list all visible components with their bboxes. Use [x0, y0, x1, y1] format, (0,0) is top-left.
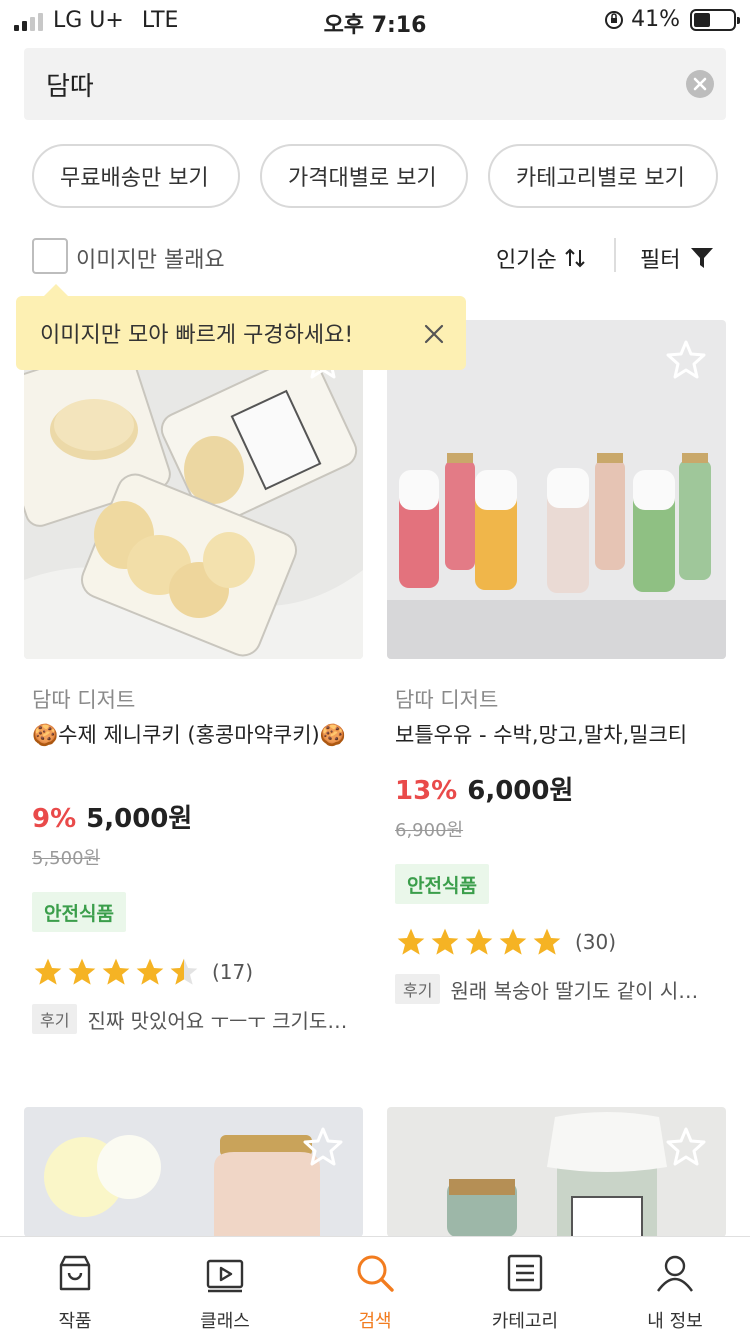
tab-works[interactable]: 작품 — [0, 1237, 150, 1334]
product-name[interactable]: 보틀우유 - 수박,망고,말차,밀크티 — [395, 720, 725, 751]
product-image-green-milk[interactable] — [387, 1107, 726, 1237]
search-icon — [357, 1255, 394, 1292]
star-icon — [397, 928, 425, 955]
play-icon — [206, 1259, 244, 1293]
tab-label: 클래스 — [200, 1311, 250, 1332]
product-card[interactable]: 담따 디저트 보틀우유 - 수박,망고,말차,밀크티 13% 6,000원 6,… — [387, 320, 726, 1040]
seller-name[interactable]: 담따 디저트 — [32, 684, 135, 714]
orientation-lock-icon — [605, 10, 624, 29]
discount-rate: 13% — [395, 776, 458, 806]
clear-search-button[interactable] — [686, 70, 714, 98]
free-shipping-chip[interactable]: 무료배송만 보기 — [32, 144, 240, 208]
product-name[interactable]: 🍪수제 제니쿠키 (홍콩마약쿠키)🍪 — [32, 720, 362, 751]
rating-stars: (30) — [395, 926, 616, 958]
product-image-cookies[interactable] — [24, 320, 363, 659]
review-snippet[interactable]: 후기 원래 복숭아 딸기도 같이 시켰는데 너무 맛있어요 — [395, 974, 725, 1004]
original-price: 5,500원 — [32, 848, 101, 869]
star-icon — [465, 928, 493, 955]
star-icon — [431, 928, 459, 955]
review-tag: 후기 — [32, 1004, 78, 1034]
options-row: 이미지만 볼래요 인기순 필터 — [32, 238, 718, 276]
list-icon — [507, 1254, 543, 1292]
review-snippet[interactable]: 후기 진짜 맛있어요 ㅜㅡㅜ 크기도 크고 너무 맛있어요 — [32, 1004, 362, 1034]
product-image-milk-bottles[interactable] — [387, 320, 726, 659]
tab-my-info[interactable]: 내 정보 — [600, 1237, 750, 1334]
star-icon — [136, 958, 164, 985]
safe-food-badge: 안전식품 — [395, 864, 489, 904]
filter-label: 필터 — [640, 248, 681, 273]
battery-percent: 41% — [631, 7, 680, 32]
filter-chips: 무료배송만 보기 가격대별로 보기 카테고리별로 보기 — [32, 144, 718, 208]
tab-label: 작품 — [58, 1311, 92, 1332]
sale-price: 5,000원 — [86, 804, 193, 834]
tab-class[interactable]: 클래스 — [150, 1237, 300, 1334]
star-outline-icon[interactable] — [664, 338, 708, 382]
star-outline-icon[interactable] — [301, 1125, 345, 1169]
product-card[interactable]: 담따 디저트 🍪수제 제니쿠키 (홍콩마약쿠키)🍪 9% 5,000원 5,50… — [24, 320, 363, 1040]
tab-label: 검색 — [358, 1311, 392, 1332]
sort-button[interactable]: 인기순 — [496, 242, 587, 274]
rating-stars: (17) — [32, 956, 253, 988]
product-image-bottle-milk[interactable] — [24, 1107, 363, 1237]
category-chip[interactable]: 카테고리별로 보기 — [488, 144, 718, 208]
only-images-label[interactable]: 이미지만 볼래요 — [76, 242, 225, 274]
funnel-icon — [691, 248, 714, 268]
tab-label: 카테고리 — [491, 1311, 559, 1332]
filter-button[interactable]: 필터 — [640, 242, 714, 274]
battery-icon — [690, 8, 740, 31]
search-bar — [24, 48, 726, 120]
status-bar: LG U+ LTE 오후 7:16 41% — [0, 0, 750, 42]
review-text: 원래 복숭아 딸기도 같이 시켰는데 너무 맛있어요 — [450, 978, 710, 1003]
price-range-chip[interactable]: 가격대별로 보기 — [260, 144, 468, 208]
star-icon — [68, 958, 96, 985]
tab-label: 내 정보 — [647, 1311, 703, 1332]
star-icon — [533, 928, 561, 955]
discount-rate: 9% — [32, 804, 77, 834]
bottom-tab-bar: 작품 클래스 검색 카테고리 내 정보 — [0, 1236, 750, 1334]
safe-food-badge: 안전식품 — [32, 892, 126, 932]
only-images-tooltip: 이미지만 모아 빠르게 구경하세요! — [16, 284, 466, 370]
tab-search[interactable]: 검색 — [300, 1237, 450, 1334]
sale-price: 6,000원 — [467, 776, 574, 806]
review-text: 진짜 맛있어요 ㅜㅡㅜ 크기도 크고 너무 맛있어요 — [87, 1008, 347, 1033]
rating-count: (17) — [212, 960, 254, 984]
rating-count: (30) — [575, 930, 617, 954]
review-tag: 후기 — [395, 974, 441, 1004]
close-icon — [693, 77, 707, 91]
shop-icon — [59, 1255, 91, 1291]
tooltip-text: 이미지만 모아 빠르게 구경하세요! — [40, 323, 354, 348]
close-icon[interactable] — [422, 322, 446, 346]
divider — [614, 238, 616, 272]
star-outline-icon[interactable] — [664, 1125, 708, 1169]
person-icon — [657, 1255, 693, 1292]
half-star-icon — [170, 958, 198, 985]
only-images-checkbox[interactable] — [32, 238, 68, 274]
seller-name[interactable]: 담따 디저트 — [395, 684, 498, 714]
sort-label: 인기순 — [496, 248, 557, 273]
star-icon — [102, 958, 130, 985]
star-icon — [499, 928, 527, 955]
search-input[interactable] — [46, 48, 646, 120]
sort-arrows-icon — [565, 248, 585, 268]
star-icon — [34, 958, 62, 985]
original-price: 6,900원 — [395, 820, 464, 841]
tab-category[interactable]: 카테고리 — [450, 1237, 600, 1334]
